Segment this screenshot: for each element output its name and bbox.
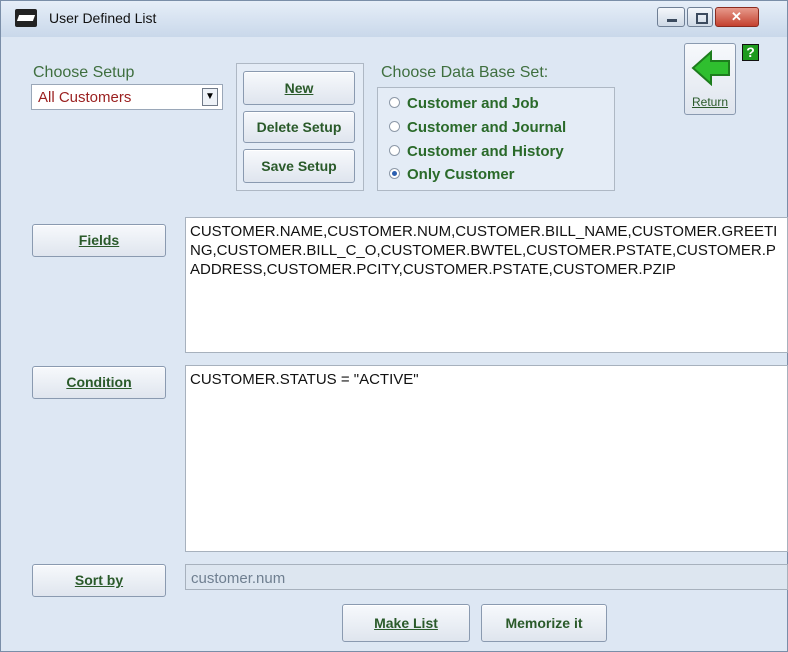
return-label: Return xyxy=(691,95,729,109)
maximize-button[interactable] xyxy=(687,7,713,27)
radio-only-customer[interactable]: Only Customer xyxy=(389,166,515,183)
sort-input[interactable] xyxy=(189,567,783,589)
memorize-it-label: Memorize it xyxy=(505,615,583,631)
sort-by-button-label: Sort by xyxy=(74,572,124,588)
fields-button-label: Fields xyxy=(78,232,120,248)
condition-button-label: Condition xyxy=(66,374,132,390)
radio-dot[interactable] xyxy=(389,168,400,179)
setup-select[interactable]: All Customers ▼ xyxy=(31,84,223,110)
memorize-it-button[interactable]: Memorize it xyxy=(481,604,607,642)
close-button[interactable] xyxy=(715,7,759,27)
save-setup-label: Save Setup xyxy=(261,158,337,174)
condition-button[interactable]: Condition xyxy=(32,366,166,399)
app-window: User Defined List Choose Setup All Custo… xyxy=(0,0,788,652)
new-button-label: New xyxy=(284,80,314,96)
radio-label: Only Customer xyxy=(407,166,515,183)
save-setup-button[interactable]: Save Setup xyxy=(243,149,355,183)
radio-label: Customer and Journal xyxy=(407,119,567,136)
new-button[interactable]: New xyxy=(243,71,355,105)
radio-label: Customer and Job xyxy=(407,95,539,112)
choose-setup-label: Choose Setup xyxy=(33,64,135,81)
radio-customer-and-journal[interactable]: Customer and Journal xyxy=(389,119,567,136)
help-icon[interactable]: ? xyxy=(742,44,759,61)
app-logo-icon xyxy=(15,9,37,27)
fields-button[interactable]: Fields xyxy=(32,224,166,257)
back-arrow-icon xyxy=(691,50,730,86)
radio-dot[interactable] xyxy=(389,121,400,132)
window-title: User Defined List xyxy=(49,10,157,26)
delete-setup-label: Delete Setup xyxy=(256,119,342,135)
make-list-button[interactable]: Make List xyxy=(342,604,470,642)
make-list-label: Make List xyxy=(374,615,438,631)
chevron-down-icon[interactable]: ▼ xyxy=(202,88,218,106)
database-set-label: Choose Data Base Set: xyxy=(381,64,549,81)
radio-dot[interactable] xyxy=(389,145,400,156)
radio-dot[interactable] xyxy=(389,97,400,108)
condition-textarea[interactable]: CUSTOMER.STATUS = "ACTIVE" xyxy=(185,365,788,552)
radio-customer-and-job[interactable]: Customer and Job xyxy=(389,95,539,112)
sort-by-button[interactable]: Sort by xyxy=(32,564,166,597)
return-button[interactable]: Return xyxy=(684,43,736,115)
delete-setup-button[interactable]: Delete Setup xyxy=(243,111,355,143)
radio-label: Customer and History xyxy=(407,143,564,160)
title-bar: User Defined List xyxy=(1,1,787,37)
minimize-button[interactable] xyxy=(657,7,685,27)
sort-field[interactable] xyxy=(185,564,788,590)
radio-customer-and-history[interactable]: Customer and History xyxy=(389,143,564,160)
fields-textarea[interactable]: CUSTOMER.NAME,CUSTOMER.NUM,CUSTOMER.BILL… xyxy=(185,217,788,353)
setup-select-value: All Customers xyxy=(38,89,132,106)
